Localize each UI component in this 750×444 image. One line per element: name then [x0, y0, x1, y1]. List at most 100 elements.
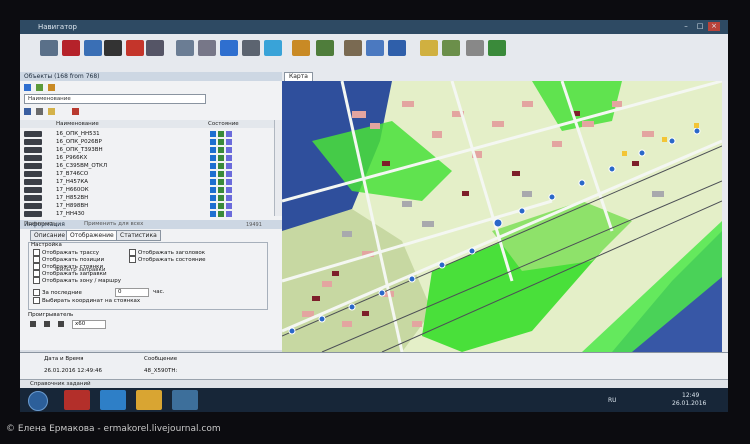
internet-explorer-icon[interactable] [100, 390, 126, 410]
polygon-icon[interactable] [242, 40, 260, 56]
mail-icon[interactable] [36, 108, 43, 115]
navigator-app-icon[interactable] [172, 390, 198, 410]
option-coords[interactable]: Выбирать координат на стоянках [33, 297, 140, 305]
status-icon [226, 195, 232, 201]
objects-grid-header: Наименование Состояние [20, 120, 274, 128]
map-canvas[interactable] [282, 81, 722, 352]
play-icon[interactable] [30, 321, 36, 327]
minimize-button[interactable]: – [680, 22, 692, 31]
object-row[interactable]: 17_НН430 [20, 210, 274, 218]
object-name: 16_ОПК_НН531 [56, 131, 100, 137]
message-text: 48_Х590ТН: [144, 368, 178, 374]
car-red-icon[interactable] [62, 40, 80, 56]
down-icon[interactable] [36, 84, 43, 91]
status-icon [226, 187, 232, 193]
status-icon [218, 147, 224, 153]
settings-icon[interactable] [466, 40, 484, 56]
object-row[interactable]: 16_С395ВМ_ОТКЛ [20, 162, 274, 170]
option-last[interactable]: За последние [33, 289, 82, 297]
media-player-icon[interactable] [64, 390, 90, 410]
help-icon[interactable] [488, 40, 506, 56]
object-row[interactable]: 17_В746СО [20, 170, 274, 178]
object-row[interactable]: 17_Н898ВН [20, 202, 274, 210]
object-row[interactable]: 16_ОПК_НН531 [20, 130, 274, 138]
objects-toolbar [24, 84, 144, 92]
apply-all-button[interactable]: Применить для всех [84, 221, 143, 227]
tab-description[interactable]: Описание [30, 230, 70, 241]
chart-icon[interactable] [292, 40, 310, 56]
maximize-button[interactable]: □ [694, 22, 706, 31]
screen-icon[interactable] [176, 40, 194, 56]
object-name: 16_Р966КХ [56, 155, 88, 161]
text-icon[interactable] [24, 108, 31, 115]
object-name: 17_НН430 [56, 211, 85, 217]
object-row[interactable]: 16_Р966КХ [20, 154, 274, 162]
speed-select[interactable]: x60 [72, 320, 106, 329]
option-state[interactable]: Отображать состояние [129, 256, 206, 264]
clock-time[interactable]: 12:49 [682, 392, 699, 399]
hours-unit: час. [153, 289, 165, 295]
calendar-icon[interactable] [198, 40, 216, 56]
status-icon [226, 155, 232, 161]
object-row[interactable]: 16_ОПК_Р026ВР [20, 138, 274, 146]
vehicle-icon [24, 155, 42, 161]
messages-col-message: Сообщение [144, 356, 178, 362]
vehicle-icon [24, 147, 42, 153]
stop-icon[interactable] [58, 321, 64, 327]
truck-icon[interactable] [104, 40, 122, 56]
status-icon [210, 187, 216, 193]
player-controls: x60 [30, 320, 230, 330]
pause-icon[interactable] [44, 321, 50, 327]
folder-icon[interactable] [136, 390, 162, 410]
option-zone[interactable]: Отображать зону / маршру [33, 277, 121, 285]
object-name: 16_С395ВМ_ОТКЛ [56, 163, 108, 169]
tools-icon[interactable] [40, 40, 58, 56]
ruler-icon[interactable] [388, 40, 406, 56]
window-title: Навигатор [38, 23, 77, 31]
settings-title: Настройка [31, 242, 62, 248]
vehicle-icon [24, 139, 42, 145]
people-icon[interactable] [344, 40, 362, 56]
message-date: 26.01.2016 12:49:46 [44, 368, 102, 374]
vehicle-icon [24, 211, 42, 217]
tab-display[interactable]: Отображение [66, 230, 118, 241]
vehicle-icon [24, 171, 42, 177]
status-icon [218, 195, 224, 201]
clock-date[interactable]: 26.01.2016 [672, 400, 706, 407]
key-icon[interactable] [420, 40, 438, 56]
map-scrollbar[interactable] [722, 81, 728, 352]
object-row[interactable]: 17_Н457КА [20, 178, 274, 186]
language-indicator[interactable]: RU [608, 397, 617, 404]
zone-icon[interactable] [220, 40, 238, 56]
edit-icon[interactable] [48, 108, 55, 115]
map-view[interactable] [282, 81, 722, 352]
objects-panel: Объекты (168 from 768) Наименование Наим… [20, 72, 283, 350]
filter-icon[interactable] [48, 84, 55, 91]
object-row[interactable]: 17_Н660ОК [20, 186, 274, 194]
sort-dropdown[interactable]: Наименование [24, 94, 206, 104]
route-icon[interactable] [316, 40, 334, 56]
monitor-screen: Навигатор – □ × Объекты (168 from 768) Н… [20, 20, 728, 412]
start-button[interactable] [28, 391, 48, 411]
close-button[interactable]: × [708, 22, 720, 31]
apply-button[interactable]: Применить [24, 221, 56, 227]
car-icon[interactable] [126, 40, 144, 56]
object-name: 17_Н898ВН [56, 203, 89, 209]
search-icon[interactable] [366, 40, 384, 56]
tab-statistics[interactable]: Статистика [116, 230, 161, 241]
status-icon [218, 187, 224, 193]
view-toolbar [24, 108, 184, 116]
garage-icon[interactable] [146, 40, 164, 56]
vehicle-icon [24, 203, 42, 209]
status-icon [210, 179, 216, 185]
status-icon [226, 171, 232, 177]
stop-icon[interactable] [72, 108, 79, 115]
object-row[interactable]: 16_ОПК_Т393ВН [20, 146, 274, 154]
map-icon[interactable] [264, 40, 282, 56]
status-icon [226, 203, 232, 209]
flag-icon[interactable] [84, 40, 102, 56]
object-row[interactable]: 17_Н852ВН [20, 194, 274, 202]
layers-icon[interactable] [442, 40, 460, 56]
add-icon[interactable] [24, 84, 31, 91]
last-hours-input[interactable]: 0 [115, 288, 149, 297]
